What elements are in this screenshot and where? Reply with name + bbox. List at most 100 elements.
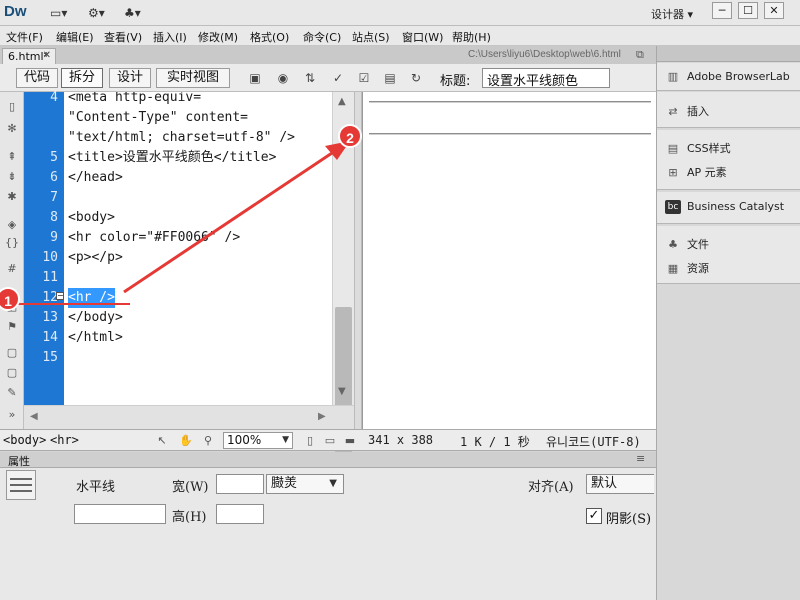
line-numbers-icon[interactable]: #	[5, 262, 19, 276]
selected-code-line[interactable]: <hr />	[68, 288, 115, 308]
code-line[interactable]: <hr color="#FF0066" />	[68, 228, 240, 248]
restore-document-icon[interactable]: ⧉	[636, 48, 644, 62]
balance-braces-icon[interactable]: {}	[5, 236, 19, 250]
menu-commands[interactable]: 命令(C)	[303, 29, 341, 45]
height-field[interactable]	[216, 504, 264, 524]
line-number: 6	[50, 170, 58, 185]
horizontal-rule-preview[interactable]	[369, 101, 651, 103]
code-view-button[interactable]: 代码	[16, 68, 58, 88]
wrap-tag-icon[interactable]: ✎	[5, 386, 19, 400]
panel-browserlab[interactable]: ▥ Adobe BrowserLab	[665, 70, 790, 88]
apply-comment-icon[interactable]: ▢	[5, 346, 19, 360]
mobile-size-icon[interactable]: ▯	[302, 433, 318, 449]
menu-modify[interactable]: 修改(M)	[198, 29, 238, 45]
menu-format[interactable]: 格式(O)	[250, 29, 289, 45]
menu-help[interactable]: 帮助(H)	[452, 29, 491, 45]
code-line[interactable]: <title>设置水平线颜色</title>	[68, 148, 276, 168]
zoom-select[interactable]: 100% ▼	[223, 432, 293, 449]
design-view-button[interactable]: 设计	[109, 68, 151, 88]
desktop-size-icon[interactable]: ▬	[342, 433, 358, 449]
window-size[interactable]: 341 x 388	[368, 433, 433, 447]
extend-menu-icon[interactable]: ⚙▾	[88, 6, 105, 20]
menu-view[interactable]: 查看(V)	[104, 29, 142, 45]
insert-icon: ⇄	[668, 105, 678, 118]
visual-aids-icon[interactable]: ▤	[382, 71, 398, 85]
site-menu-icon[interactable]: ♣▾	[124, 6, 141, 20]
check-browser-icon[interactable]: ☑	[356, 71, 372, 85]
collapse-full-tag-icon[interactable]: ⇞	[5, 150, 19, 164]
code-line[interactable]: <p></p>	[68, 248, 123, 268]
panel-ap-elements[interactable]: ⊞ AP 元素	[665, 164, 726, 182]
show-code-navigator-icon[interactable]: ✻	[5, 122, 19, 136]
menu-edit[interactable]: 编辑(E)	[56, 29, 94, 45]
expand-all-icon[interactable]: ✱	[5, 190, 19, 204]
scroll-up-icon[interactable]: ▲	[338, 96, 346, 107]
menu-insert[interactable]: 插入(I)	[153, 29, 187, 45]
code-line[interactable]: "Content-Type" content=	[68, 108, 248, 128]
code-line[interactable]: <meta http-equiv=	[68, 92, 201, 108]
tablet-size-icon[interactable]: ▭	[322, 433, 338, 449]
scroll-right-icon[interactable]: ▶	[318, 411, 326, 422]
code-line[interactable]: <body>	[68, 208, 115, 228]
maximize-button[interactable]: ☐	[738, 2, 758, 19]
menu-file[interactable]: 文件(F)	[6, 29, 43, 45]
file-management-icon[interactable]: ⇅	[302, 71, 318, 85]
menu-site[interactable]: 站点(S)	[352, 29, 390, 45]
panel-assets[interactable]: ▦ 资源	[665, 260, 709, 278]
properties-header[interactable]: 属性 ≡	[0, 452, 656, 468]
preview-browser-icon[interactable]: ◉	[275, 71, 291, 85]
assets-icon: ▦	[667, 262, 679, 275]
dreamweaver-window: Dw ▭▾ ⚙▾ ♣▾ 设计器 ▾ ─ ☐ ✕ 文件(F) 编辑(E) 查看(V…	[0, 0, 800, 600]
width-unit-select[interactable]: 臌羙 ▼	[266, 474, 344, 494]
align-select[interactable]: 默认	[586, 474, 654, 494]
tag-selector-hr[interactable]: <hr>	[50, 433, 79, 447]
panel-files[interactable]: ♣ 文件	[665, 236, 709, 254]
zoom-tool-icon[interactable]: ⚲	[200, 433, 216, 449]
code-horizontal-scrollbar[interactable]: ◀ ▶	[24, 405, 354, 429]
hand-tool-icon[interactable]: ✋	[178, 433, 194, 449]
code-line[interactable]: </head>	[68, 168, 123, 188]
panel-menu-icon[interactable]: ≡	[636, 452, 645, 465]
live-view-button[interactable]: 实时视图	[156, 68, 230, 88]
syntax-error-icon[interactable]: ⚑	[5, 320, 19, 334]
code-line[interactable]: "text/html; charset=utf-8" />	[68, 128, 295, 148]
panel-css-styles[interactable]: ▤ CSS样式	[665, 140, 731, 158]
scroll-down-icon[interactable]: ▼	[338, 386, 346, 397]
code-line[interactable]: </html>	[68, 328, 123, 348]
scroll-left-icon[interactable]: ◀	[30, 411, 38, 422]
remove-comment-icon[interactable]: ▢	[5, 366, 19, 380]
multiscreen-icon[interactable]: ▣	[247, 71, 263, 85]
shade-checkbox[interactable]: ✓	[586, 508, 602, 524]
select-parent-tag-icon[interactable]: ◈	[5, 218, 19, 232]
close-tab-icon[interactable]: ✕	[43, 50, 51, 61]
line-number-gutter: 4 5 6 7 8 9 10 11 12 13 14 15	[24, 90, 64, 405]
encoding: 유니코드(UTF-8)	[546, 435, 641, 449]
workspace-switcher[interactable]: 设计器 ▾	[651, 6, 693, 22]
width-field[interactable]	[216, 474, 264, 494]
align-label: 对齐(A)	[528, 480, 574, 495]
design-view[interactable]	[362, 92, 656, 429]
hr-id-field[interactable]	[74, 504, 166, 524]
code-line[interactable]: </body>	[68, 308, 123, 328]
horizontal-rule-preview[interactable]	[369, 133, 651, 135]
panel-insert[interactable]: ⇄ 插入	[665, 103, 709, 121]
tag-selector-body[interactable]: <body>	[3, 433, 46, 447]
code-editor[interactable]: <meta http-equiv= "Content-Type" content…	[64, 92, 332, 405]
panel-business-catalyst[interactable]: bc Business Catalyst	[665, 200, 784, 218]
title-input[interactable]: 设置水平线颜色	[482, 68, 610, 89]
open-documents-icon[interactable]: ▯	[5, 100, 19, 114]
w3c-validation-icon[interactable]: ✓	[330, 71, 346, 85]
collapse-toggle-icon[interactable]: −	[56, 292, 64, 300]
close-button[interactable]: ✕	[764, 2, 784, 19]
shade-label: 阴影(S)	[606, 512, 652, 527]
panel-dock-header[interactable]	[657, 46, 800, 62]
menu-window[interactable]: 窗口(W)	[402, 29, 443, 45]
split-view-button[interactable]: 拆分	[61, 68, 103, 88]
more-tools-icon[interactable]: »	[5, 408, 19, 422]
document-tab[interactable]: 6.html* ✕	[2, 48, 56, 64]
select-tool-icon[interactable]: ↖	[154, 433, 170, 449]
collapse-selection-icon[interactable]: ⇟	[5, 170, 19, 184]
layout-menu-icon[interactable]: ▭▾	[50, 6, 67, 20]
refresh-icon[interactable]: ↻	[408, 71, 424, 85]
minimize-button[interactable]: ─	[712, 2, 732, 19]
